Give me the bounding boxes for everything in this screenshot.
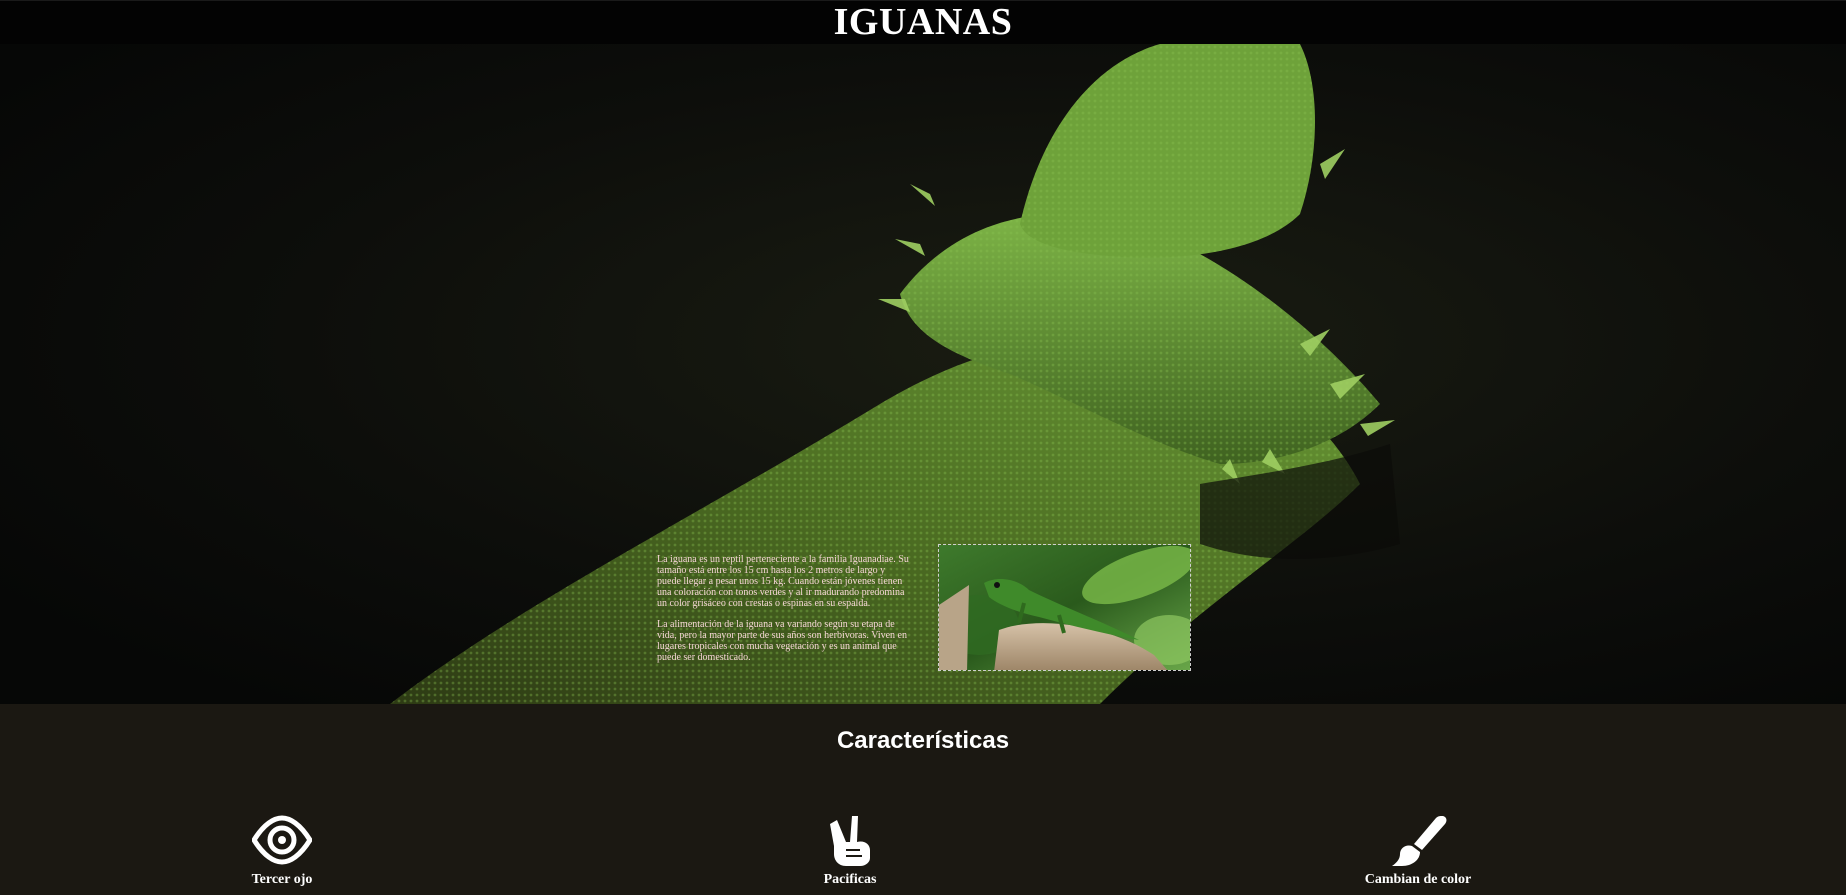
iguana-thumbnail-image	[938, 544, 1191, 671]
feature-label: Pacificas	[823, 872, 877, 887]
site-title: IGUANAS	[833, 1, 1013, 43]
feature-pacificas: Pacificas	[770, 814, 930, 888]
feature-label: Cambian de color	[1364, 872, 1472, 887]
intro-text: La iguana es un reptil perteneciente a l…	[657, 554, 909, 673]
feature-label: Tercer ojo	[251, 872, 313, 887]
intro-paragraph-1: La iguana es un reptil perteneciente a l…	[657, 554, 909, 609]
peace-hand-icon	[830, 816, 870, 866]
site-header: IGUANAS	[0, 0, 1846, 44]
eye-icon	[252, 815, 312, 865]
hero-iguana-image	[0, 44, 1846, 704]
hero-section: La iguana es un reptil perteneciente a l…	[0, 44, 1846, 704]
feature-cambian-de-color: Cambian de color	[1338, 814, 1498, 888]
feature-tercer-ojo: Tercer ojo	[202, 814, 362, 888]
features-section: Características Tercer ojo Pacificas Cam…	[0, 704, 1846, 895]
paint-brush-icon	[1392, 816, 1447, 866]
features-title: Características	[836, 727, 1010, 754]
intro-paragraph-2: La alimentación de la iguana va variando…	[657, 619, 907, 663]
